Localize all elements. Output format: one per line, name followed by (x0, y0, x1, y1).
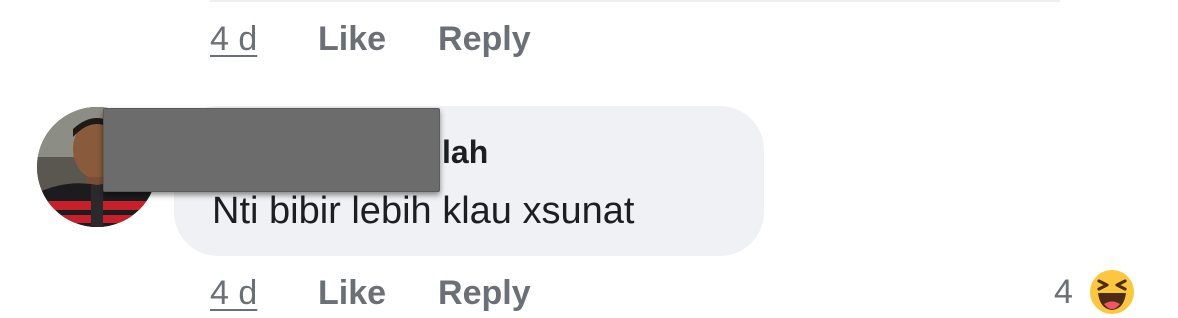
like-button[interactable]: Like (318, 20, 386, 59)
redaction-box (103, 108, 440, 192)
comment-actions: 4 d Like Reply (210, 271, 531, 315)
reply-button[interactable]: Reply (438, 20, 531, 59)
reaction-summary[interactable]: 4 (1054, 266, 1137, 318)
previous-comment-actions: 4 d Like Reply (210, 17, 531, 61)
comment-divider (210, 0, 1060, 2)
comment-text: Nti bibir lebih klau xsunat (212, 190, 635, 232)
comment-timestamp[interactable]: 4 d (210, 20, 272, 59)
like-button[interactable]: Like (318, 274, 386, 313)
reply-button[interactable]: Reply (438, 274, 531, 313)
comment-author-name[interactable]: lah (442, 134, 488, 171)
comment-timestamp[interactable]: 4 d (210, 274, 272, 313)
haha-reaction-icon (1087, 268, 1136, 316)
reaction-count: 4 (1054, 272, 1073, 311)
